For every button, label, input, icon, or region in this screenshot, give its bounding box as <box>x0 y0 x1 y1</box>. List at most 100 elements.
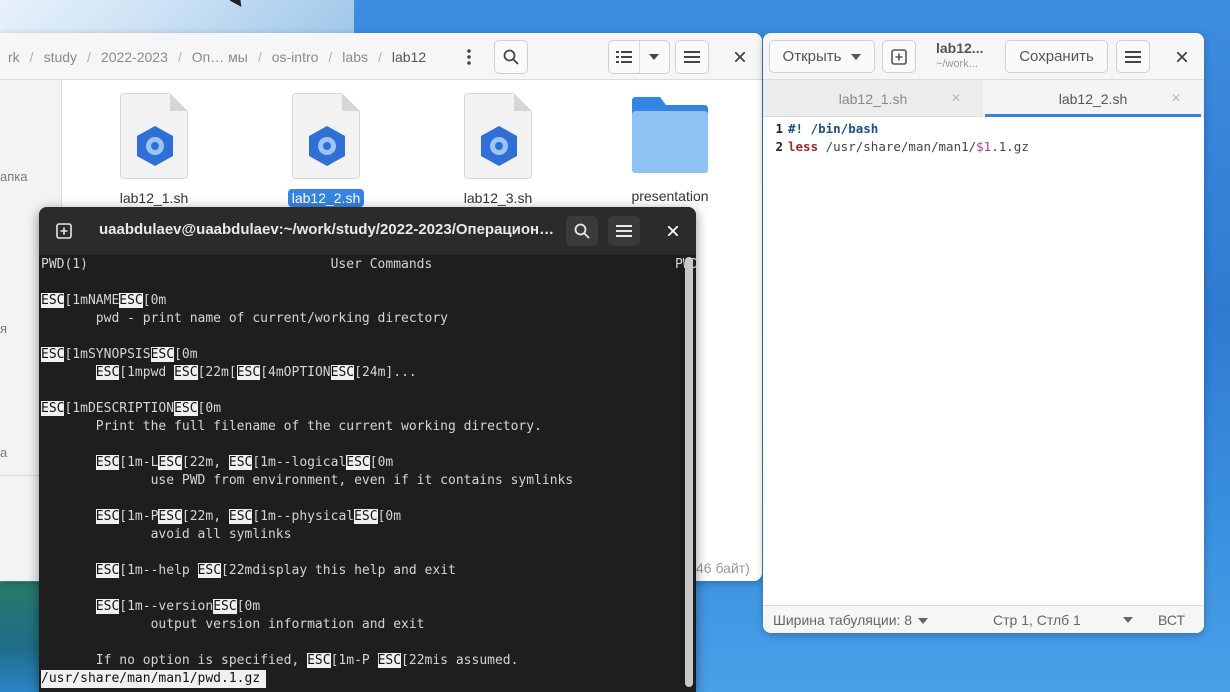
search-button[interactable] <box>494 40 528 74</box>
more-vertical-icon[interactable] <box>452 40 486 74</box>
terminal-line: If no option is specified, ESC[1m-P ESC[… <box>41 652 518 670</box>
escape-sequence: ESC <box>158 455 182 470</box>
breadcrumb-separator: / <box>177 49 182 65</box>
menu-button[interactable] <box>608 216 640 246</box>
terminal-text: [0m <box>197 401 222 416</box>
prompt-text: /usr/share/man/man1/pwd.1.gz <box>41 671 261 686</box>
terminal-text: [1mDESCRIPTION <box>64 401 175 416</box>
escape-sequence: ESC <box>41 401 65 416</box>
document-title-name: lab12... <box>936 40 984 56</box>
new-tab-button[interactable] <box>50 217 78 245</box>
close-icon <box>668 226 678 236</box>
file-item-lab12-1[interactable]: lab12_1.sh <box>84 93 224 208</box>
file-manager-headerbar: rk / study/2022-2023/Оп… мы / os-intro / labs /… <box>0 33 762 80</box>
code-token: less <box>788 138 819 154</box>
terminal-text: [22m[ <box>197 365 237 380</box>
terminal-line: ESC[1m-LESC[22m, ESC[1m--logicalESC[0m <box>41 454 393 472</box>
tab-lab12-2[interactable]: lab12_2.sh ✕ <box>983 80 1203 117</box>
close-tab-icon[interactable]: ✕ <box>1171 91 1181 105</box>
editor-statusbar: Ширина табуляции: 8 Стр 1, Стлб 1 ВСТ <box>763 605 1204 633</box>
escape-sequence: ESC <box>197 563 222 578</box>
terminal-text: [0m <box>369 455 394 470</box>
terminal-text: [1m-P <box>330 653 378 668</box>
shell-script-icon <box>292 93 360 179</box>
terminal-text: pwd - print name of current/working dire… <box>41 311 448 326</box>
breadcrumb-item[interactable]: rk <box>0 49 28 65</box>
chevron-down-icon <box>851 53 862 60</box>
breadcrumb-item[interactable]: 2022-2023 <box>93 49 176 65</box>
terminal-line: ESC[1mDESCRIPTIONESC[0m <box>41 400 221 418</box>
breadcrumb-item[interactable]: Оп… мы <box>184 49 256 65</box>
escape-sequence: ESC <box>377 653 402 668</box>
tab-lab12-1[interactable]: lab12_1.sh ✕ <box>763 80 983 117</box>
terminal-text: [1m--physical <box>252 509 355 524</box>
escape-sequence: ESC <box>213 599 237 614</box>
code-editor[interactable]: 1 #! /bin/bash 2 less /usr/share/man/man1/$… <box>763 117 1204 605</box>
view-options-dropdown[interactable] <box>640 41 670 73</box>
desktop-wallpaper-bottom <box>0 582 40 692</box>
terminal-headerbar: uaabdulaev@uaabdulaev:~/work/study/2022-… <box>39 207 696 255</box>
chevron-down-icon[interactable] <box>1123 617 1133 623</box>
file-item-presentation[interactable]: presentation <box>600 93 740 206</box>
breadcrumb-item[interactable]: os-intro <box>264 49 327 65</box>
breadcrumb-separator: / <box>257 49 262 65</box>
terminal-text: [1m-P <box>119 509 159 524</box>
terminal-line: pwd - print name of current/working dire… <box>41 310 448 328</box>
file-item-lab12-2[interactable]: lab12_2.sh <box>256 93 396 208</box>
code-text: less /usr/share/man/man1/$1.1.gz <box>785 139 1029 154</box>
chevron-down-icon <box>649 54 660 60</box>
terminal-text: [4mOPTION <box>260 365 331 380</box>
tab-width-label: Ширина табуляции: 8 <box>773 611 913 628</box>
escape-sequence: ESC <box>95 365 120 380</box>
terminal-line: avoid all symlinks <box>41 526 292 544</box>
close-tab-icon[interactable]: ✕ <box>951 91 961 105</box>
escape-sequence: ESC <box>330 365 355 380</box>
file-item-lab12-3[interactable]: lab12_3.sh <box>428 93 568 208</box>
terminal-scrollbar[interactable] <box>685 257 693 687</box>
sidebar-item-label[interactable]: а <box>0 445 7 460</box>
breadcrumb-item[interactable]: lab12 <box>384 49 434 65</box>
list-view-button[interactable] <box>609 41 640 73</box>
new-document-icon <box>891 48 907 65</box>
document-title-path: ~/work... <box>936 58 978 70</box>
terminal-text: [0m <box>377 509 402 524</box>
terminal-text: use PWD from environment, even if it con… <box>41 473 574 488</box>
folder-icon <box>630 93 710 177</box>
breadcrumb-separator: / <box>377 49 382 65</box>
menu-button[interactable] <box>1116 40 1150 73</box>
code-text: #! /bin/bash <box>785 121 878 136</box>
escape-sequence: ESC <box>228 455 253 470</box>
breadcrumb-item[interactable]: labs <box>334 49 376 65</box>
open-button[interactable]: Открыть <box>769 40 875 73</box>
less-prompt[interactable]: /usr/share/man/man1/pwd.1.gz <box>41 670 267 688</box>
new-tab-button[interactable] <box>882 40 916 73</box>
sidebar-item-label[interactable]: апка <box>0 169 27 184</box>
terminal-text: [22m, <box>181 509 229 524</box>
save-button[interactable]: Сохранить <box>1005 40 1108 73</box>
text-editor-window: Открыть lab12... ~/work... Сохранить lab… <box>763 33 1204 633</box>
breadcrumb-item[interactable]: study <box>36 49 85 65</box>
hamburger-menu-icon <box>684 51 700 63</box>
tab-width-selector[interactable]: Ширина табуляции: 8 <box>773 611 929 628</box>
terminal-output[interactable]: PWD(1) User Commands PWD(1) ESC[1mNAMEESC… <box>41 255 696 692</box>
code-line: 1 #! /bin/bash <box>763 119 878 137</box>
list-view-icon <box>615 51 632 63</box>
search-button[interactable] <box>566 216 598 246</box>
menu-button[interactable] <box>675 40 709 74</box>
file-name: lab12_2.sh <box>287 189 365 207</box>
close-button[interactable] <box>657 216 689 246</box>
breadcrumb-separator: / <box>87 49 91 65</box>
terminal-text: [1m--help <box>119 563 198 578</box>
cursor-position[interactable]: Стр 1, Стлб 1 <box>993 612 1081 628</box>
close-button[interactable] <box>1167 40 1197 73</box>
close-button[interactable] <box>723 40 757 74</box>
scrollbar-thumb[interactable] <box>685 257 693 687</box>
escape-sequence: ESC <box>228 509 253 524</box>
close-icon <box>735 52 745 62</box>
sidebar-item-label[interactable]: я <box>0 321 7 336</box>
escape-sequence: ESC <box>346 455 370 470</box>
selection-status: 46 байт) <box>696 560 750 576</box>
